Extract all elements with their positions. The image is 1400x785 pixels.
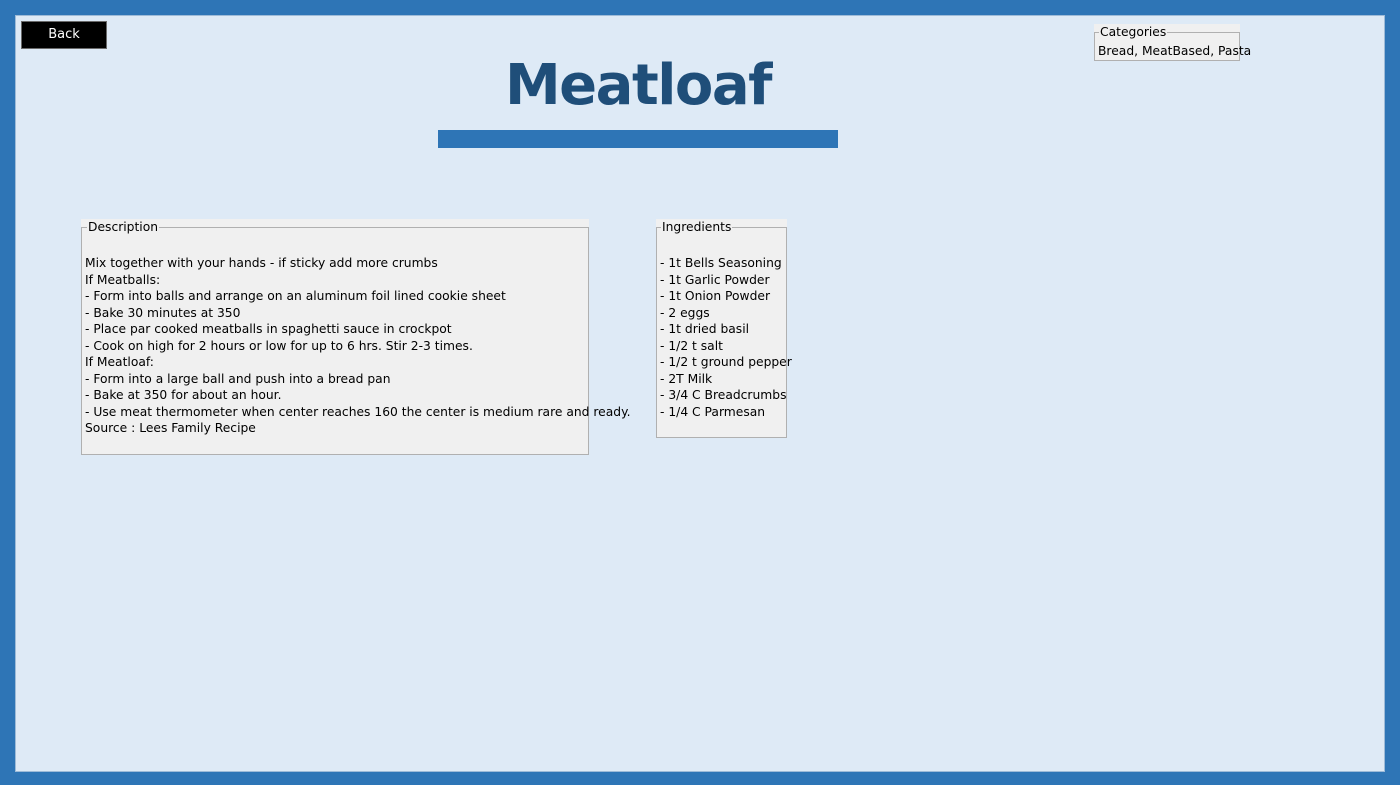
description-line: If Meatballs: bbox=[85, 272, 161, 287]
categories-legend: Categories bbox=[1099, 24, 1168, 40]
ingredient-item: - 1t Garlic Powder bbox=[660, 272, 770, 287]
title-underline-bar bbox=[438, 130, 838, 148]
ingredients-legend: Ingredients bbox=[661, 219, 733, 235]
description-line: - Bake 30 minutes at 350 bbox=[85, 305, 241, 320]
ingredients-list: - 1t Bells Seasoning - 1t Garlic Powder … bbox=[660, 255, 792, 420]
recipe-title: Meatloaf bbox=[504, 53, 773, 118]
description-line: - Form into balls and arrange on an alum… bbox=[85, 289, 506, 303]
back-button[interactable]: Back bbox=[21, 21, 107, 49]
ingredient-item: - 2T Milk bbox=[660, 371, 713, 386]
categories-groupbox: Categories Bread, MeatBased, Pasta bbox=[1094, 24, 1251, 61]
description-line: If Meatloaf: bbox=[85, 355, 154, 369]
description-line: - Form into a large ball and push into a… bbox=[85, 371, 391, 386]
description-legend: Description bbox=[87, 219, 160, 235]
description-text: Mix together with your hands - if sticky… bbox=[85, 255, 631, 437]
categories-value: Bread, MeatBased, Pasta bbox=[1098, 44, 1252, 58]
ingredients-groupbox: Ingredients - 1t Bells Seasoning - 1t Ga… bbox=[656, 219, 792, 438]
ingredient-item: - 3/4 C Breadcrumbs bbox=[660, 388, 787, 402]
ingredient-item: - 1/4 C Parmesan bbox=[660, 404, 766, 419]
ingredient-item: - 1t dried basil bbox=[660, 322, 750, 336]
description-groupbox: Description Mix together with your hands… bbox=[81, 219, 631, 455]
description-line: - Place par cooked meatballs in spaghett… bbox=[85, 322, 452, 336]
ingredient-item: - 1/2 t ground pepper bbox=[660, 355, 792, 369]
description-line: Mix together with your hands - if sticky… bbox=[85, 256, 438, 270]
ingredient-item: - 1t Bells Seasoning bbox=[660, 256, 782, 270]
description-line: - Use meat thermometer when center reach… bbox=[85, 404, 631, 419]
description-line: - Bake at 350 for about an hour. bbox=[85, 388, 282, 402]
ingredient-item: - 2 eggs bbox=[660, 305, 710, 320]
description-line: Source : Lees Family Recipe bbox=[85, 421, 256, 435]
ingredient-item: - 1t Onion Powder bbox=[660, 289, 770, 303]
ingredient-item: - 1/2 t salt bbox=[660, 338, 723, 353]
description-line: - Cook on high for 2 hours or low for up… bbox=[85, 338, 473, 353]
